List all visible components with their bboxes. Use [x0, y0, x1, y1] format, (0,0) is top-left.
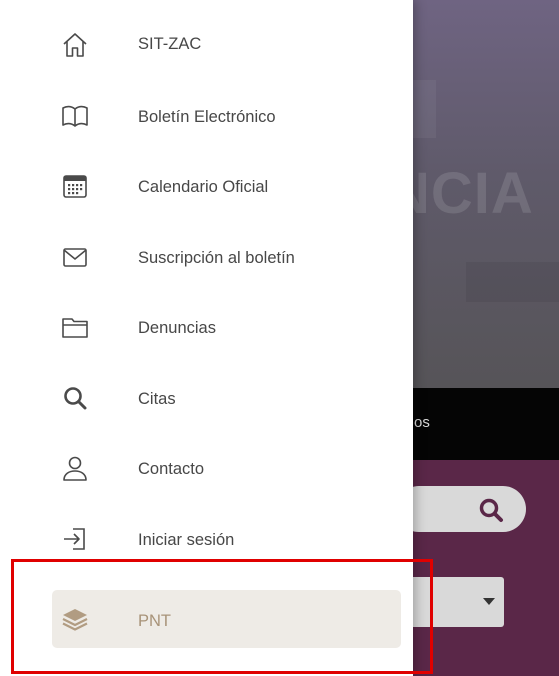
menu-item-label: Suscripción al boletín [138, 249, 295, 267]
menu-item-label: Calendario Oficial [138, 178, 269, 196]
book-open-icon [60, 101, 90, 131]
folder-icon [60, 312, 90, 342]
menu-item-pnt[interactable]: PNT [0, 588, 413, 652]
background-tab-label: os [414, 414, 430, 431]
home-icon [60, 30, 90, 60]
menu-item-denuncias[interactable]: Denuncias [0, 299, 413, 355]
selected-highlight [52, 590, 401, 648]
menu-item-boletin-electronico[interactable]: Boletín Electrónico [0, 88, 413, 144]
menu-item-suscripcion-boletin[interactable]: Suscripción al boletín [0, 229, 413, 285]
menu-item-calendario-oficial[interactable]: Calendario Oficial [0, 158, 413, 214]
menu-item-label: Contacto [138, 460, 205, 478]
menu-item-label: Iniciar sesión [138, 531, 235, 549]
menu-item-label: SIT-ZAC [138, 35, 202, 53]
background-search-field [396, 486, 526, 532]
menu-item-label: Denuncias [138, 319, 216, 337]
login-icon [60, 524, 90, 554]
menu-item-label: Boletín Electrónico [138, 108, 276, 126]
menu-item-label: Citas [138, 390, 176, 408]
navigation-drawer: SIT-ZAC Boletín Electrónico Calendario O… [0, 0, 413, 676]
envelope-icon [60, 242, 90, 272]
user-icon [60, 453, 90, 483]
calendar-icon [60, 171, 90, 201]
menu-item-contacto[interactable]: Contacto [0, 440, 413, 496]
menu-item-sit-zac[interactable]: SIT-ZAC [0, 17, 413, 73]
menu-item-label: PNT [138, 612, 171, 630]
menu-item-citas[interactable]: Citas [0, 370, 413, 426]
layers-icon [60, 604, 90, 634]
search-icon [60, 383, 90, 413]
background-decoration [466, 262, 559, 302]
caret-down-icon [483, 598, 495, 605]
search-icon [478, 497, 504, 523]
menu-item-iniciar-sesion[interactable]: Iniciar sesión [0, 511, 413, 567]
background-decoration [412, 80, 436, 138]
